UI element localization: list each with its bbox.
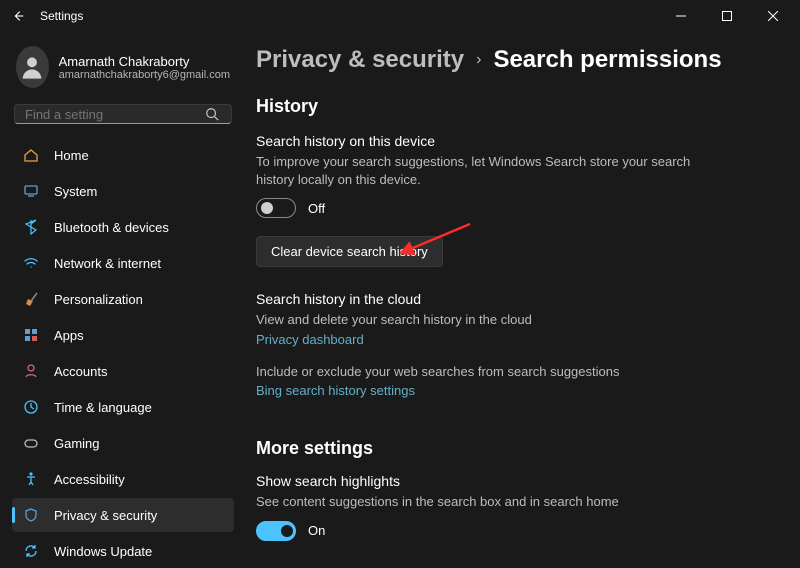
main-content: Privacy & security › Search permissions … (242, 32, 800, 559)
nav-label: Privacy & security (54, 508, 157, 523)
search-box[interactable] (14, 104, 232, 124)
update-icon (22, 542, 40, 560)
highlights-toggle[interactable] (256, 521, 296, 541)
profile-email: amarnathchakraborty6@gmail.com (59, 69, 230, 81)
profile-block[interactable]: Amarnath Chakraborty amarnathchakraborty… (12, 42, 234, 102)
nav-gaming[interactable]: Gaming (12, 426, 234, 460)
nav-label: Personalization (54, 292, 143, 307)
bing-settings-link[interactable]: Bing search history settings (256, 383, 415, 398)
search-history-device-heading: Search history on this device (256, 133, 772, 149)
highlights-heading: Show search highlights (256, 473, 772, 489)
nav-apps[interactable]: Apps (12, 318, 234, 352)
nav-system[interactable]: System (12, 174, 234, 208)
search-history-cloud-heading: Search history in the cloud (256, 291, 772, 307)
wifi-icon (22, 254, 40, 272)
nav-label: System (54, 184, 97, 199)
chevron-right-icon: › (476, 51, 481, 69)
nav-list: Home System Bluetooth & devices Network … (12, 138, 234, 568)
more-settings-heading: More settings (256, 438, 772, 459)
bluetooth-icon (22, 218, 40, 236)
nav-accounts[interactable]: Accounts (12, 354, 234, 388)
gaming-icon (22, 434, 40, 452)
nav-network[interactable]: Network & internet (12, 246, 234, 280)
search-history-toggle-label: Off (308, 201, 325, 216)
window-title: Settings (40, 9, 83, 23)
nav-home[interactable]: Home (12, 138, 234, 172)
sidebar: Amarnath Chakraborty amarnathchakraborty… (0, 32, 242, 559)
nav-accessibility[interactable]: Accessibility (12, 462, 234, 496)
web-searches-desc: Include or exclude your web searches fro… (256, 363, 716, 381)
nav-update[interactable]: Windows Update (12, 534, 234, 568)
nav-label: Gaming (54, 436, 100, 451)
history-heading: History (256, 96, 772, 117)
minimize-button[interactable] (658, 0, 704, 32)
avatar (16, 46, 49, 88)
clear-history-button[interactable]: Clear device search history (256, 236, 443, 267)
close-button[interactable] (750, 0, 796, 32)
titlebar: Settings (0, 0, 800, 32)
search-input[interactable] (25, 107, 203, 122)
profile-name: Amarnath Chakraborty (59, 54, 230, 69)
nav-label: Windows Update (54, 544, 152, 559)
apps-icon (22, 326, 40, 344)
clock-icon (22, 398, 40, 416)
nav-personalization[interactable]: Personalization (12, 282, 234, 316)
back-button[interactable] (4, 2, 32, 30)
highlights-toggle-label: On (308, 523, 325, 538)
nav-label: Bluetooth & devices (54, 220, 169, 235)
nav-label: Accounts (54, 364, 107, 379)
nav-privacy[interactable]: Privacy & security (12, 498, 234, 532)
search-icon (203, 105, 221, 123)
nav-time[interactable]: Time & language (12, 390, 234, 424)
highlights-desc: See content suggestions in the search bo… (256, 493, 716, 511)
search-history-toggle[interactable] (256, 198, 296, 218)
nav-bluetooth[interactable]: Bluetooth & devices (12, 210, 234, 244)
home-icon (22, 146, 40, 164)
privacy-dashboard-link[interactable]: Privacy dashboard (256, 332, 364, 347)
nav-label: Accessibility (54, 472, 125, 487)
shield-icon (22, 506, 40, 524)
nav-label: Time & language (54, 400, 152, 415)
search-history-cloud-desc: View and delete your search history in t… (256, 311, 716, 329)
nav-label: Home (54, 148, 89, 163)
accessibility-icon (22, 470, 40, 488)
breadcrumb-parent[interactable]: Privacy & security (256, 46, 464, 74)
search-history-device-desc: To improve your search suggestions, let … (256, 153, 716, 188)
nav-label: Network & internet (54, 256, 161, 271)
page-title: Search permissions (493, 46, 721, 74)
brush-icon (22, 290, 40, 308)
accounts-icon (22, 362, 40, 380)
system-icon (22, 182, 40, 200)
nav-label: Apps (54, 328, 84, 343)
maximize-button[interactable] (704, 0, 750, 32)
breadcrumb: Privacy & security › Search permissions (256, 46, 772, 74)
